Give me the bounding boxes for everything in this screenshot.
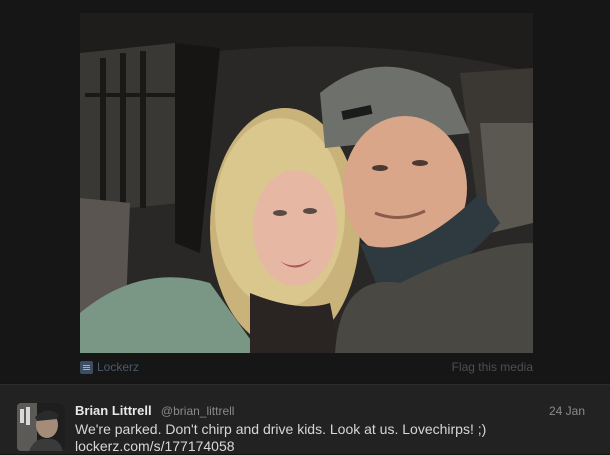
tweet-photo[interactable]	[80, 13, 533, 353]
tweet-timestamp[interactable]: 24 Jan	[549, 404, 585, 418]
user-fullname[interactable]: Brian Littrell	[75, 403, 152, 418]
tweet-header: Brian Littrell @brian_littrell 24 Jan	[75, 403, 595, 419]
media-provider[interactable]: Lockerz	[80, 360, 139, 374]
media-footer: Lockerz Flag this media	[80, 360, 533, 378]
tweet-body: Brian Littrell @brian_littrell 24 Jan We…	[75, 404, 595, 455]
flag-media-link[interactable]: Flag this media	[452, 360, 533, 374]
provider-name[interactable]: Lockerz	[97, 360, 139, 374]
media-panel: Lockerz Flag this media	[0, 0, 610, 383]
tweet: Brian Littrell @brian_littrell 24 Jan We…	[0, 384, 610, 454]
tweet-text: We're parked. Don't chirp and drive kids…	[75, 421, 487, 437]
user-handle[interactable]: @brian_littrell	[161, 404, 235, 418]
tweet-link[interactable]: lockerz.com/s/177174058	[75, 438, 595, 455]
avatar[interactable]	[17, 403, 65, 451]
lockerz-icon	[80, 360, 93, 374]
